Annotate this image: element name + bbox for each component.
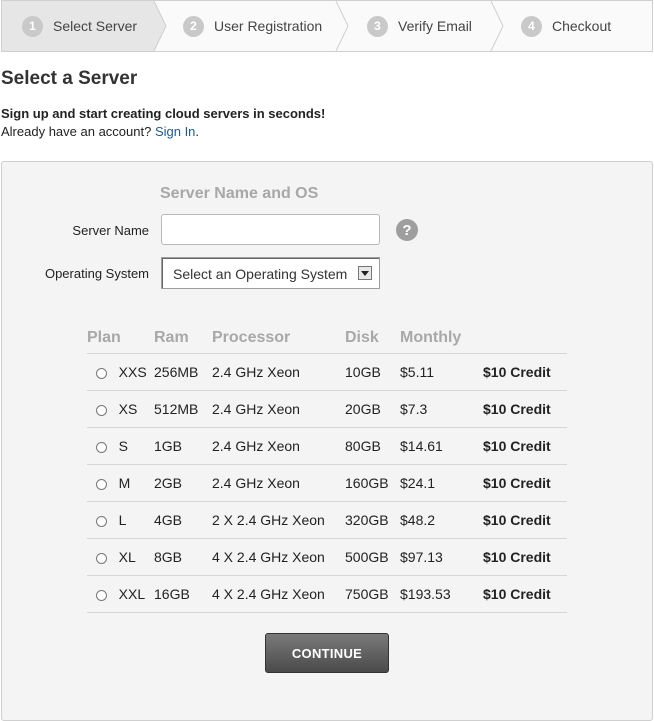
step-number: 2	[183, 15, 204, 37]
step-label: Select Server	[53, 18, 138, 34]
plan-code: S	[118, 438, 129, 454]
processor-cell: 2.4 GHz Xeon	[212, 353, 345, 391]
os-selected-value: Select an Operating System	[173, 266, 348, 282]
monthly-cell: $193.53	[400, 575, 483, 613]
step-verify-email[interactable]: 3 Verify Email	[367, 1, 472, 51]
plan-cell: XXS	[87, 353, 154, 391]
step-checkout[interactable]: 4 Checkout	[521, 1, 611, 51]
plan-code: L	[118, 512, 127, 528]
header-disk: Disk	[345, 329, 379, 346]
step-user-registration[interactable]: 2 User Registration	[183, 1, 322, 51]
step-number: 3	[367, 15, 388, 37]
plan-radio[interactable]	[96, 367, 107, 379]
step-label: Checkout	[552, 18, 612, 34]
plans-table: Plan Ram Processor Disk Monthly XXS 256M…	[87, 323, 567, 613]
table-row[interactable]: L 4GB 2 X 2.4 GHz Xeon 320GB $48.2 $10 C…	[87, 501, 567, 539]
processor-cell: 2.4 GHz Xeon	[212, 427, 345, 465]
header-credit	[483, 323, 567, 354]
table-row[interactable]: M 2GB 2.4 GHz Xeon 160GB $24.1 $10 Credi…	[87, 464, 567, 502]
plan-radio[interactable]	[96, 589, 107, 601]
monthly-cell: $97.13	[400, 538, 483, 576]
step-wizard: 1 Select Server 2 User Registration 3 Ve…	[1, 0, 653, 52]
disk-cell: 160GB	[345, 464, 400, 502]
ram-cell: 2GB	[154, 464, 212, 502]
disk-cell: 10GB	[345, 353, 400, 391]
sign-in-prefix: Already have an account?	[1, 124, 155, 139]
plan-radio[interactable]	[96, 441, 107, 453]
table-row[interactable]: XXL 16GB 4 X 2.4 GHz Xeon 750GB $193.53 …	[87, 575, 567, 613]
intro-headline: Sign up and start creating cloud servers…	[1, 106, 326, 121]
plan-radio[interactable]	[96, 478, 107, 490]
plans-header-row: Plan Ram Processor Disk Monthly	[87, 323, 567, 354]
processor-cell: 4 X 2.4 GHz Xeon	[212, 538, 345, 576]
plan-code: XL	[118, 549, 136, 565]
page-title: Select a Server	[1, 68, 138, 89]
plan-code: M	[118, 475, 131, 491]
continue-button[interactable]: CONTINUE	[265, 633, 389, 673]
plan-code: XXL	[118, 586, 146, 602]
ram-cell: 4GB	[154, 501, 212, 539]
ram-cell: 512MB	[154, 390, 212, 428]
plan-radio[interactable]	[96, 552, 107, 564]
step-select-server[interactable]: 1 Select Server	[22, 1, 137, 51]
header-plan: Plan	[87, 329, 121, 346]
plan-radio[interactable]	[96, 515, 107, 527]
disk-cell: 750GB	[345, 575, 400, 613]
plan-radio[interactable]	[96, 404, 107, 416]
monthly-cell: $7.3	[400, 390, 483, 428]
step-number: 1	[22, 15, 43, 37]
monthly-cell: $48.2	[400, 501, 483, 539]
monthly-cell: $5.11	[400, 353, 483, 391]
credit-cell: $10 Credit	[483, 575, 567, 613]
plan-cell: XL	[87, 538, 154, 576]
step-label: User Registration	[214, 18, 323, 34]
disk-cell: 20GB	[345, 390, 400, 428]
table-row[interactable]: XXS 256MB 2.4 GHz Xeon 10GB $5.11 $10 Cr…	[87, 353, 567, 391]
server-name-input[interactable]	[161, 214, 380, 245]
monthly-cell: $14.61	[400, 427, 483, 465]
step-label: Verify Email	[398, 18, 472, 34]
processor-cell: 2.4 GHz Xeon	[212, 390, 345, 428]
plan-cell: XS	[87, 390, 154, 428]
credit-cell: $10 Credit	[483, 427, 567, 465]
credit-cell: $10 Credit	[483, 501, 567, 539]
sign-in-link[interactable]: Sign In	[155, 124, 195, 139]
disk-cell: 500GB	[345, 538, 400, 576]
plan-code: XS	[118, 401, 138, 417]
table-row[interactable]: XS 512MB 2.4 GHz Xeon 20GB $7.3 $10 Cred…	[87, 390, 567, 428]
os-select[interactable]: Select an Operating System	[161, 257, 380, 289]
table-row[interactable]: S 1GB 2.4 GHz Xeon 80GB $14.61 $10 Credi…	[87, 427, 567, 465]
credit-cell: $10 Credit	[483, 464, 567, 502]
server-name-label: Server Name	[72, 223, 149, 238]
plan-cell: M	[87, 464, 154, 502]
ram-cell: 8GB	[154, 538, 212, 576]
disk-cell: 320GB	[345, 501, 400, 539]
credit-cell: $10 Credit	[483, 353, 567, 391]
plan-code: XXS	[118, 364, 147, 380]
section-title: Server Name and OS	[160, 185, 319, 202]
ram-cell: 1GB	[154, 427, 212, 465]
step-number: 4	[521, 15, 542, 37]
sign-in-suffix: .	[195, 124, 200, 139]
plan-cell: S	[87, 427, 154, 465]
plan-cell: L	[87, 501, 154, 539]
header-processor: Processor	[212, 329, 291, 346]
ram-cell: 16GB	[154, 575, 212, 613]
monthly-cell: $24.1	[400, 464, 483, 502]
help-icon[interactable]: ?	[396, 219, 418, 241]
processor-cell: 2.4 GHz Xeon	[212, 464, 345, 502]
processor-cell: 4 X 2.4 GHz Xeon	[212, 575, 345, 613]
credit-cell: $10 Credit	[483, 538, 567, 576]
header-monthly: Monthly	[400, 329, 462, 346]
processor-cell: 2 X 2.4 GHz Xeon	[212, 501, 345, 539]
header-ram: Ram	[154, 329, 189, 346]
sign-in-prompt: Already have an account? Sign In.	[1, 124, 199, 139]
os-label: Operating System	[44, 266, 149, 281]
disk-cell: 80GB	[345, 427, 400, 465]
table-row[interactable]: XL 8GB 4 X 2.4 GHz Xeon 500GB $97.13 $10…	[87, 538, 567, 576]
ram-cell: 256MB	[154, 353, 212, 391]
credit-cell: $10 Credit	[483, 390, 567, 428]
plan-cell: XXL	[87, 575, 154, 613]
chevron-down-icon[interactable]	[358, 266, 372, 280]
